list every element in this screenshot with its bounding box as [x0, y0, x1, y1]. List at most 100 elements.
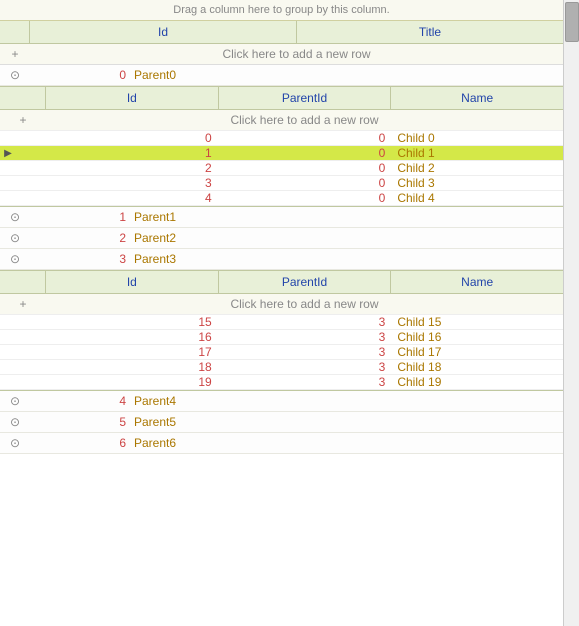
scrollbar[interactable]: [563, 0, 579, 626]
parent-title-6: Parent6: [130, 436, 563, 450]
child-parentid-3-15: 3: [220, 315, 394, 329]
content-area: Drag a column here to group by this colu…: [0, 0, 563, 626]
child-col-id-3: Id: [46, 271, 219, 293]
child-row-3-19[interactable]: 19 3 Child 19: [0, 375, 563, 390]
drag-header-text: Drag a column here to group by this colu…: [173, 4, 389, 16]
child-row-0-4[interactable]: 4 0 Child 4: [0, 191, 563, 206]
parent-id-4: 4: [30, 394, 130, 408]
child-name-0-0: Child 0: [393, 131, 563, 145]
parent-expand-btn-3[interactable]: ⊙: [0, 249, 30, 269]
parent-id-1: 1: [30, 210, 130, 224]
child-header-3: Id ParentId Name: [0, 270, 563, 294]
scrollbar-thumb[interactable]: [565, 2, 579, 42]
parent-expand-btn-0[interactable]: ⊙: [0, 65, 30, 85]
child-add-plus-icon-0[interactable]: +: [0, 113, 46, 127]
parent-row-3[interactable]: ⊙ 3 Parent3: [0, 249, 563, 270]
child-row-0-1[interactable]: ▶ 1 0 Child 1: [0, 146, 563, 161]
child-name-0-2: Child 2: [393, 161, 563, 175]
child-add-text-3[interactable]: Click here to add a new row: [46, 297, 563, 311]
child-parentid-0-2: 0: [220, 161, 394, 175]
parent-row-4[interactable]: ⊙ 4 Parent4: [0, 391, 563, 412]
parent-title-2: Parent2: [130, 231, 563, 245]
child-row-0-0[interactable]: 0 0 Child 0: [0, 131, 563, 146]
child-parentid-3-19: 3: [220, 375, 394, 389]
child-col-name: Name: [391, 87, 563, 109]
child-header-0: Id ParentId Name: [0, 86, 563, 110]
parent-title-3: Parent3: [130, 252, 563, 266]
main-container: Drag a column here to group by this colu…: [0, 0, 579, 626]
child-row-3-16[interactable]: 16 3 Child 16: [0, 330, 563, 345]
child-add-plus-icon-3[interactable]: +: [0, 297, 46, 311]
parent-id-5: 5: [30, 415, 130, 429]
parent-row-1[interactable]: ⊙ 1 Parent1: [0, 207, 563, 228]
child-row-3-15[interactable]: 15 3 Child 15: [0, 315, 563, 330]
outer-add-row-text[interactable]: Click here to add a new row: [30, 47, 563, 61]
parent-id-6: 6: [30, 436, 130, 450]
outer-header-id: Id: [30, 21, 297, 43]
child-name-3-19: Child 19: [393, 375, 563, 389]
child-header-empty: [0, 87, 46, 109]
child-row-0-2[interactable]: 2 0 Child 2: [0, 161, 563, 176]
child-add-row-3[interactable]: + Click here to add a new row: [0, 294, 563, 315]
child-parentid-3-17: 3: [220, 345, 394, 359]
parent-row-6[interactable]: ⊙ 6 Parent6: [0, 433, 563, 454]
child-name-3-17: Child 17: [393, 345, 563, 359]
drag-header: Drag a column here to group by this colu…: [0, 0, 563, 21]
child-id-3-19: 19: [46, 375, 220, 389]
parent-id-3: 3: [30, 252, 130, 266]
child-name-0-1: Child 1: [393, 146, 563, 160]
child-parentid-3-18: 3: [220, 360, 394, 374]
row-indicator-0-1: ▶: [0, 148, 16, 159]
parent-title-4: Parent4: [130, 394, 563, 408]
parent-expand-btn-4[interactable]: ⊙: [0, 391, 30, 411]
child-id-0-4: 4: [46, 191, 220, 205]
child-row-3-17[interactable]: 17 3 Child 17: [0, 345, 563, 360]
child-col-parentid-3: ParentId: [219, 271, 392, 293]
child-parentid-3-16: 3: [220, 330, 394, 344]
child-grid-3: Id ParentId Name + Click here to add a n…: [0, 270, 563, 391]
child-row-3-18[interactable]: 18 3 Child 18: [0, 360, 563, 375]
parent-id-2: 2: [30, 231, 130, 245]
child-name-3-18: Child 18: [393, 360, 563, 374]
parent-title-0: Parent0: [130, 68, 563, 82]
child-grid-0: Id ParentId Name + Click here to add a n…: [0, 86, 563, 207]
child-id-0-1: 1: [46, 146, 220, 160]
child-name-0-4: Child 4: [393, 191, 563, 205]
child-add-text-0[interactable]: Click here to add a new row: [46, 113, 563, 127]
child-id-0-2: 2: [46, 161, 220, 175]
parent-row-2[interactable]: ⊙ 2 Parent2: [0, 228, 563, 249]
child-header-empty-3: [0, 271, 46, 293]
outer-header-expand-col: [0, 21, 30, 43]
parent-row-5[interactable]: ⊙ 5 Parent5: [0, 412, 563, 433]
parent-expand-btn-6[interactable]: ⊙: [0, 433, 30, 453]
child-name-0-3: Child 3: [393, 176, 563, 190]
child-name-3-16: Child 16: [393, 330, 563, 344]
child-id-3-18: 18: [46, 360, 220, 374]
outer-add-row-bar[interactable]: + Click here to add a new row: [0, 44, 563, 65]
child-col-name-3: Name: [391, 271, 563, 293]
child-id-3-17: 17: [46, 345, 220, 359]
parent-expand-btn-5[interactable]: ⊙: [0, 412, 30, 432]
child-col-parentid: ParentId: [219, 87, 392, 109]
child-add-row-0[interactable]: + Click here to add a new row: [0, 110, 563, 131]
child-parentid-0-3: 0: [220, 176, 394, 190]
child-parentid-0-4: 0: [220, 191, 394, 205]
child-name-3-15: Child 15: [393, 315, 563, 329]
outer-header-title: Title: [297, 21, 563, 43]
child-id-3-16: 16: [46, 330, 220, 344]
parent-expand-btn-1[interactable]: ⊙: [0, 207, 30, 227]
parent-title-1: Parent1: [130, 210, 563, 224]
child-id-0-0: 0: [46, 131, 220, 145]
child-id-0-3: 3: [46, 176, 220, 190]
parent-title-5: Parent5: [130, 415, 563, 429]
parent-expand-btn-2[interactable]: ⊙: [0, 228, 30, 248]
child-parentid-0-1: 0: [220, 146, 394, 160]
parent-row-0[interactable]: ⊙ 0 Parent0: [0, 65, 563, 86]
child-id-3-15: 15: [46, 315, 220, 329]
outer-add-plus-icon[interactable]: +: [0, 47, 30, 61]
outer-header: Id Title: [0, 21, 563, 44]
child-row-0-3[interactable]: 3 0 Child 3: [0, 176, 563, 191]
child-col-id: Id: [46, 87, 219, 109]
child-parentid-0-0: 0: [220, 131, 394, 145]
parent-id-0: 0: [30, 68, 130, 82]
